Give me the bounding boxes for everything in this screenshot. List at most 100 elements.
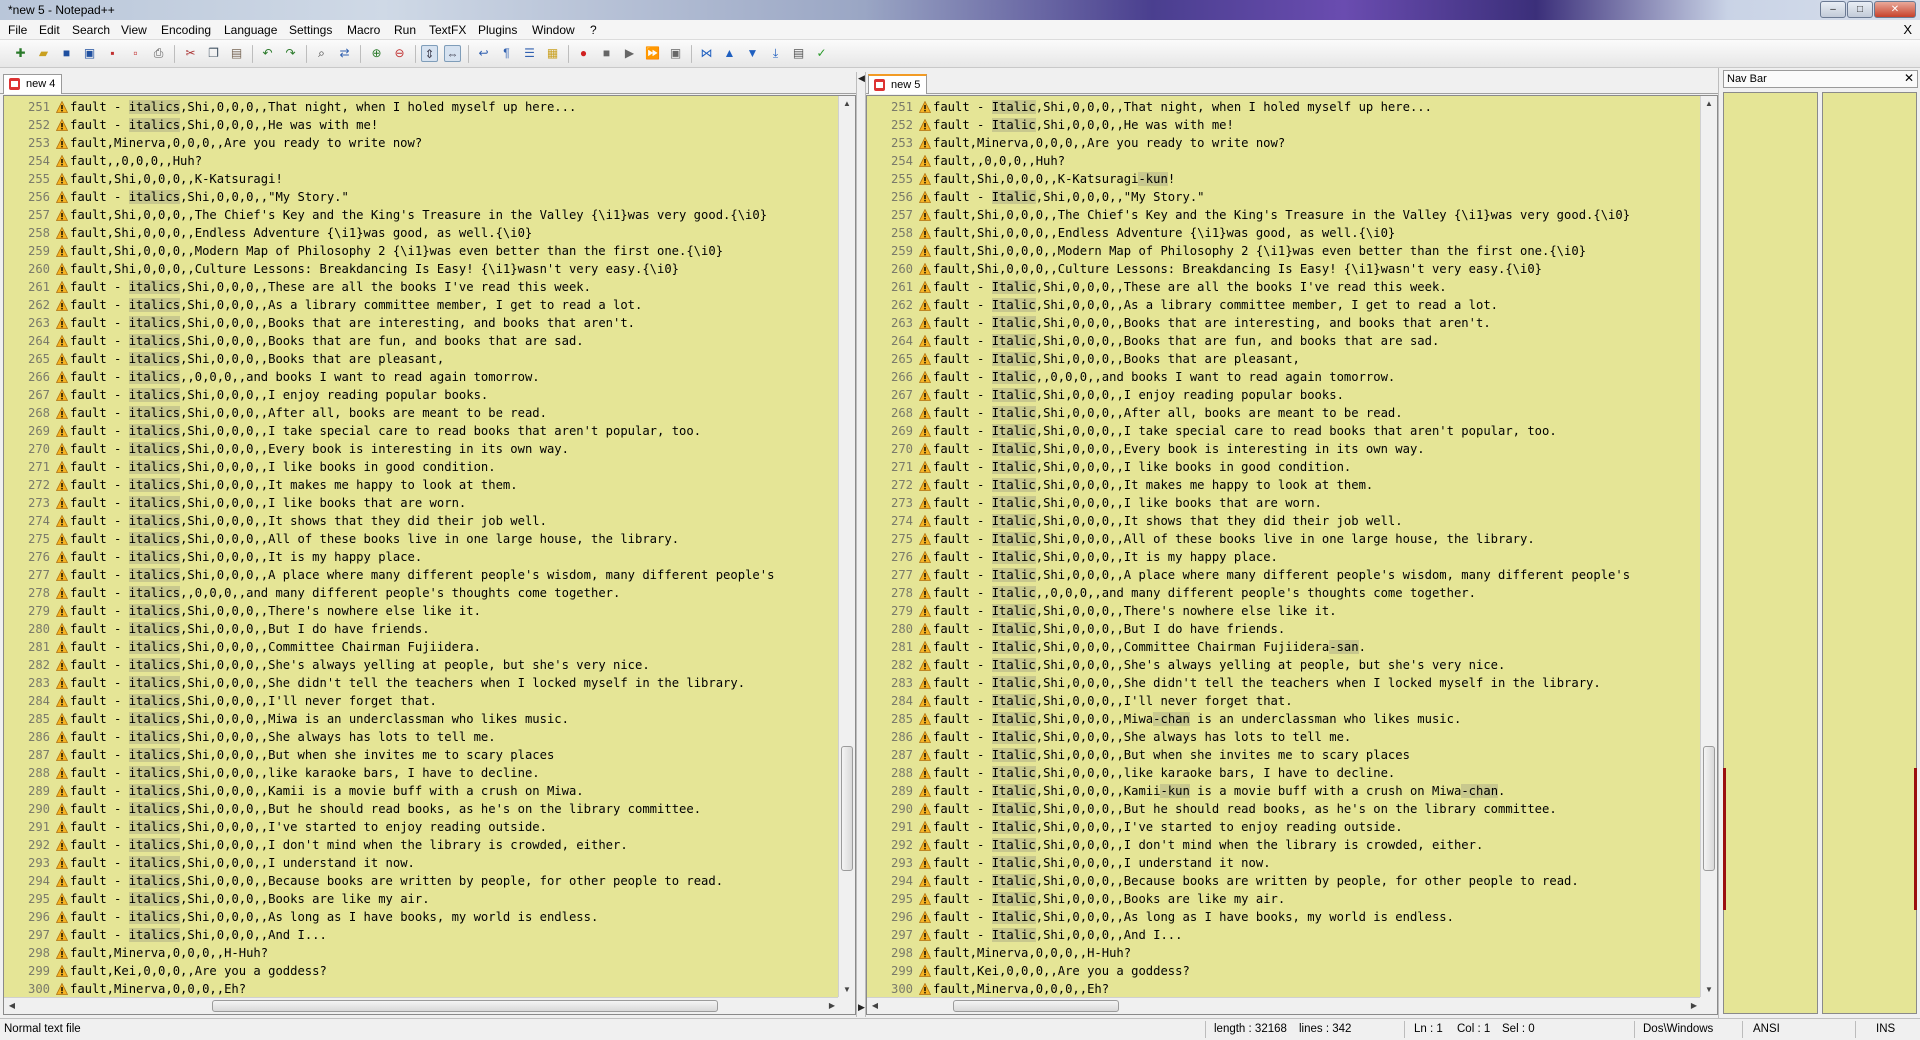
warning-icon[interactable] [56, 803, 68, 815]
warning-icon[interactable] [919, 155, 931, 167]
warning-icon[interactable] [56, 821, 68, 833]
scroll-left-icon[interactable]: ◀ [867, 998, 883, 1014]
warning-icon[interactable] [56, 191, 68, 203]
scroll-down-icon[interactable]: ▼ [839, 982, 855, 998]
menu-edit[interactable]: Edit [39, 23, 60, 37]
run-multiple-icon[interactable]: ⏩ [644, 45, 661, 62]
warning-icon[interactable] [919, 335, 931, 347]
last-diff-icon[interactable]: ⤓ [767, 45, 784, 62]
scroll-up-icon[interactable]: ▲ [839, 96, 855, 112]
close-icon[interactable]: ▪ [104, 45, 121, 62]
warning-icon[interactable] [56, 857, 68, 869]
warning-icon[interactable] [56, 749, 68, 761]
scroll-down-icon[interactable]: ▼ [1701, 982, 1717, 998]
record-macro-icon[interactable]: ● [575, 45, 592, 62]
warning-icon[interactable] [56, 317, 68, 329]
new-file-icon[interactable]: ✚ [12, 45, 29, 62]
warning-icon[interactable] [919, 965, 931, 977]
spellcheck-icon[interactable]: ✓ [813, 45, 830, 62]
word-wrap-icon[interactable]: ↩ [475, 45, 492, 62]
warning-icon[interactable] [919, 407, 931, 419]
warning-icon[interactable] [56, 137, 68, 149]
prev-diff-icon[interactable]: ▲ [721, 45, 738, 62]
menu-settings[interactable]: Settings [289, 23, 332, 37]
stop-record-icon[interactable]: ■ [598, 45, 615, 62]
save-macro-icon[interactable]: ▣ [667, 45, 684, 62]
warning-icon[interactable] [919, 695, 931, 707]
warning-icon[interactable] [919, 317, 931, 329]
warning-icon[interactable] [919, 479, 931, 491]
zoom-out-icon[interactable]: ⊖ [391, 45, 408, 62]
warning-icon[interactable] [919, 893, 931, 905]
warning-icon[interactable] [56, 371, 68, 383]
scroll-thumb[interactable] [953, 1000, 1119, 1012]
warning-icon[interactable] [56, 893, 68, 905]
redo-icon[interactable]: ↷ [282, 45, 299, 62]
warning-icon[interactable] [56, 785, 68, 797]
zoom-in-icon[interactable]: ⊕ [368, 45, 385, 62]
open-file-icon[interactable]: ▰ [35, 45, 52, 62]
nav-bar-right-column[interactable] [1822, 92, 1917, 1014]
warning-icon[interactable] [56, 407, 68, 419]
warning-icon[interactable] [56, 353, 68, 365]
warning-icon[interactable] [56, 587, 68, 599]
menu-view[interactable]: View [121, 23, 147, 37]
warning-icon[interactable] [919, 551, 931, 563]
compare-icon[interactable]: ⋈ [698, 45, 715, 62]
warning-icon[interactable] [919, 803, 931, 815]
menu-plugins[interactable]: Plugins [478, 23, 517, 37]
sync-horizontal-icon[interactable]: ⇔ [444, 45, 461, 62]
warning-icon[interactable] [919, 263, 931, 275]
warning-icon[interactable] [56, 551, 68, 563]
minimize-button[interactable]: – [1820, 1, 1846, 18]
warning-icon[interactable] [56, 119, 68, 131]
warning-icon[interactable] [56, 605, 68, 617]
warning-icon[interactable] [56, 731, 68, 743]
warning-icon[interactable] [919, 947, 931, 959]
warning-icon[interactable] [919, 587, 931, 599]
warning-icon[interactable] [56, 677, 68, 689]
right-editor[interactable]: 251 fault - Italic,Shi,0,0,0,,That night,… [866, 95, 1718, 1015]
nav-bar-icon[interactable]: ▤ [790, 45, 807, 62]
warning-icon[interactable] [919, 839, 931, 851]
warning-icon[interactable] [919, 857, 931, 869]
warning-icon[interactable] [56, 389, 68, 401]
menu-macro[interactable]: Macro [347, 23, 380, 37]
print-icon[interactable]: ⎙ [150, 45, 167, 62]
save-all-icon[interactable]: ▣ [81, 45, 98, 62]
show-all-chars-icon[interactable]: ¶ [498, 45, 515, 62]
warning-icon[interactable] [919, 533, 931, 545]
menu-window[interactable]: Window [532, 23, 575, 37]
warning-icon[interactable] [919, 191, 931, 203]
warning-icon[interactable] [919, 425, 931, 437]
warning-icon[interactable] [919, 569, 931, 581]
save-icon[interactable]: ■ [58, 45, 75, 62]
warning-icon[interactable] [919, 821, 931, 833]
sync-vertical-icon[interactable]: ⇕ [421, 45, 438, 62]
warning-icon[interactable] [919, 227, 931, 239]
warning-icon[interactable] [919, 101, 931, 113]
warning-icon[interactable] [919, 983, 931, 995]
warning-icon[interactable] [919, 515, 931, 527]
warning-icon[interactable] [919, 299, 931, 311]
next-diff-icon[interactable]: ▼ [744, 45, 761, 62]
menu-file[interactable]: File [8, 23, 27, 37]
tab-new-4[interactable]: new 4 [3, 74, 63, 94]
close-document-button[interactable]: X [1903, 22, 1912, 37]
warning-icon[interactable] [56, 911, 68, 923]
warning-icon[interactable] [56, 497, 68, 509]
warning-icon[interactable] [56, 983, 68, 995]
warning-icon[interactable] [56, 173, 68, 185]
scroll-up-icon[interactable]: ▲ [1701, 96, 1717, 112]
warning-icon[interactable] [919, 371, 931, 383]
warning-icon[interactable] [56, 461, 68, 473]
close-window-button[interactable]: ✕ [1874, 1, 1916, 18]
paste-icon[interactable]: ▤ [228, 45, 245, 62]
warning-icon[interactable] [56, 533, 68, 545]
warning-icon[interactable] [919, 875, 931, 887]
warning-icon[interactable] [919, 389, 931, 401]
warning-icon[interactable] [56, 281, 68, 293]
warning-icon[interactable] [56, 263, 68, 275]
warning-icon[interactable] [919, 659, 931, 671]
warning-icon[interactable] [56, 569, 68, 581]
